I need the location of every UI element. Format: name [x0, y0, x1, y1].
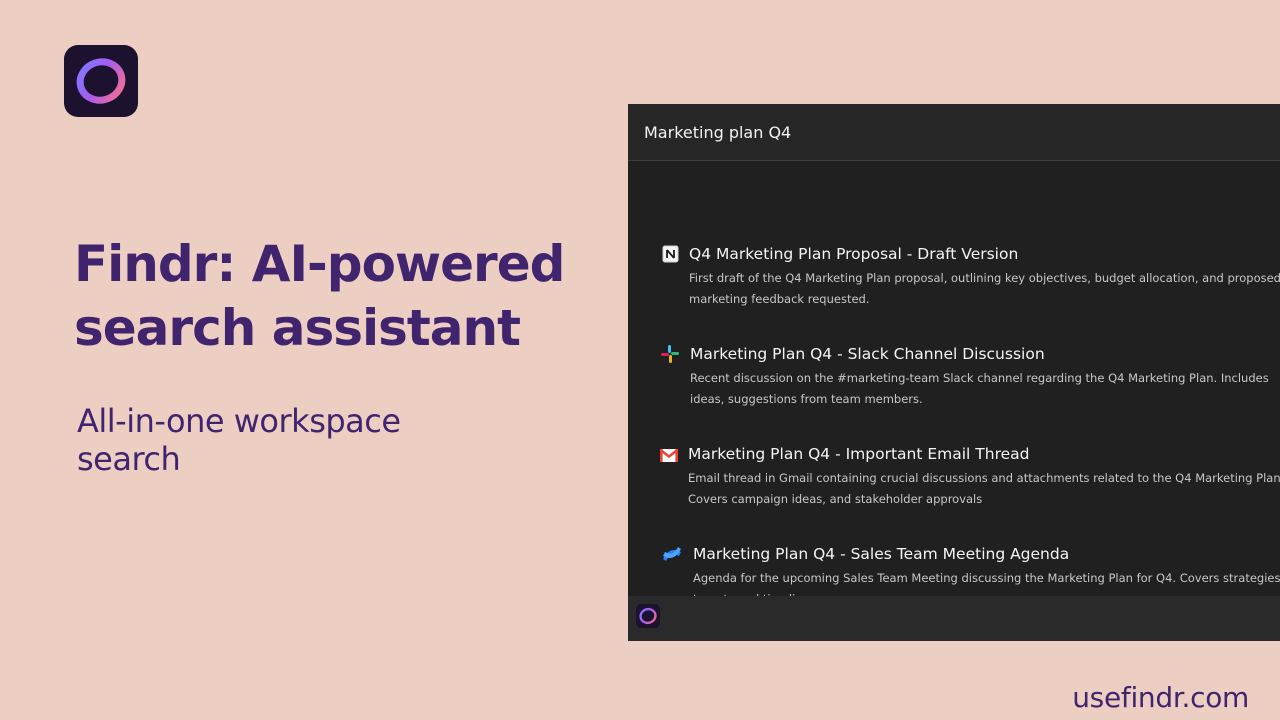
site-url: usefindr.com: [1072, 681, 1249, 714]
result-title: Q4 Marketing Plan Proposal - Draft Versi…: [689, 245, 1019, 263]
search-footer-bar: [628, 596, 1280, 641]
confluence-icon: [663, 547, 681, 561]
search-result-item[interactable]: Marketing Plan Q4 - Important Email Thre…: [628, 402, 1280, 506]
findr-app-logo: [64, 45, 138, 117]
hero-headline: Findr: AI-powered search assistant: [74, 235, 565, 357]
hero-subheadline: All-in-one workspace search: [77, 402, 401, 478]
result-title: Marketing Plan Q4 - Important Email Thre…: [688, 445, 1030, 463]
search-result-item[interactable]: Marketing Plan Q4 - Sales Team Meeting A…: [628, 502, 1280, 606]
findr-footer-logo[interactable]: [636, 604, 660, 628]
search-input[interactable]: [644, 118, 1254, 146]
findr-ring-icon: [76, 58, 126, 104]
result-title: Marketing Plan Q4 - Slack Channel Discus…: [690, 345, 1045, 363]
search-result-item[interactable]: Q4 Marketing Plan Proposal - Draft Versi…: [628, 202, 1280, 306]
search-window: Q4 Marketing Plan Proposal - Draft Versi…: [628, 104, 1280, 641]
search-bar: [628, 104, 1280, 161]
notion-icon: [662, 245, 679, 263]
search-result-item[interactable]: Marketing Plan Q4 - Slack Channel Discus…: [628, 302, 1280, 406]
gmail-icon: [659, 448, 679, 462]
result-title: Marketing Plan Q4 - Sales Team Meeting A…: [693, 545, 1070, 563]
slack-icon: [661, 345, 679, 363]
findr-ring-icon: [639, 607, 657, 625]
